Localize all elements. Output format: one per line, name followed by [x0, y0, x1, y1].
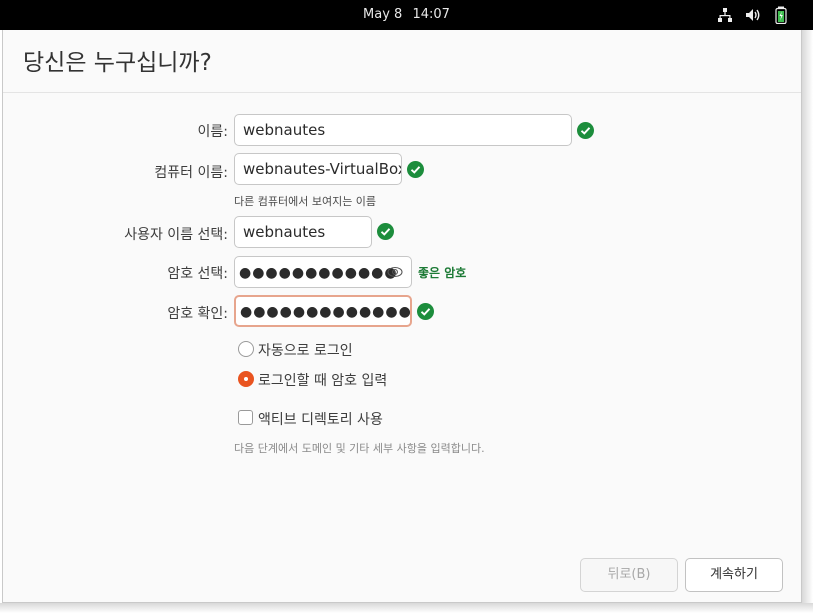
continue-button[interactable]: 계속하기: [685, 558, 783, 592]
time-text: 14:07: [412, 7, 450, 22]
auto-login-radio[interactable]: [238, 341, 254, 357]
password-strength: 좋은 암호: [418, 266, 467, 280]
window-shadow-bottom: [0, 603, 813, 613]
computer-name-value: webnautes-VirtualBox: [243, 160, 402, 178]
top-bar: May 8 14:07: [0, 0, 813, 30]
battery-icon[interactable]: [773, 6, 789, 24]
computer-name-label: 컴퓨터 이름:: [154, 165, 228, 181]
username-valid-icon: [377, 223, 394, 240]
show-password-icon[interactable]: [387, 265, 403, 279]
name-input[interactable]: webnautes: [234, 114, 572, 146]
name-value: webnautes: [243, 121, 326, 139]
auto-login-label[interactable]: 자동으로 로그인: [258, 340, 353, 360]
name-label: 이름:: [197, 124, 228, 140]
installer-window: 당신은 누구십니까? 이름: webnautes 컴퓨터 이름: webnaut…: [2, 30, 802, 603]
volume-icon[interactable]: [745, 7, 761, 23]
active-directory-label[interactable]: 액티브 디렉토리 사용: [258, 409, 383, 429]
computer-name-valid-icon: [407, 161, 424, 178]
username-input[interactable]: webnautes: [234, 216, 372, 248]
confirm-password-masked: ●●●●●●●●●●●●●●: [240, 304, 412, 320]
clock[interactable]: May 8 14:07: [0, 7, 813, 22]
require-password-label[interactable]: 로그인할 때 암호 입력: [258, 370, 387, 390]
name-valid-icon: [577, 122, 594, 139]
window-shadow: [802, 30, 813, 613]
back-button[interactable]: 뒤로(B): [580, 558, 678, 592]
computer-name-hint: 다른 컴퓨터에서 보여지는 이름: [234, 195, 377, 208]
computer-name-input[interactable]: webnautes-VirtualBox: [234, 153, 402, 185]
confirm-password-valid-icon: [417, 303, 434, 320]
network-icon[interactable]: [717, 7, 733, 23]
date-text: May 8: [363, 7, 403, 22]
system-tray[interactable]: [717, 6, 789, 24]
password-masked: ●●●●●●●●●●●●: [239, 265, 398, 281]
password-input[interactable]: ●●●●●●●●●●●●: [234, 256, 412, 288]
password-label: 암호 선택:: [167, 266, 228, 282]
page-title: 당신은 누구십니까?: [23, 50, 212, 76]
confirm-password-label: 암호 확인:: [167, 306, 228, 322]
username-label: 사용자 이름 선택:: [124, 227, 228, 243]
active-directory-note: 다음 단계에서 도메인 및 기타 세부 사항을 입력합니다.: [234, 442, 485, 455]
require-password-radio[interactable]: [238, 371, 254, 387]
username-value: webnautes: [243, 223, 326, 241]
active-directory-checkbox[interactable]: [238, 410, 253, 425]
title-divider: [3, 92, 801, 93]
confirm-password-input[interactable]: ●●●●●●●●●●●●●●: [234, 295, 412, 327]
